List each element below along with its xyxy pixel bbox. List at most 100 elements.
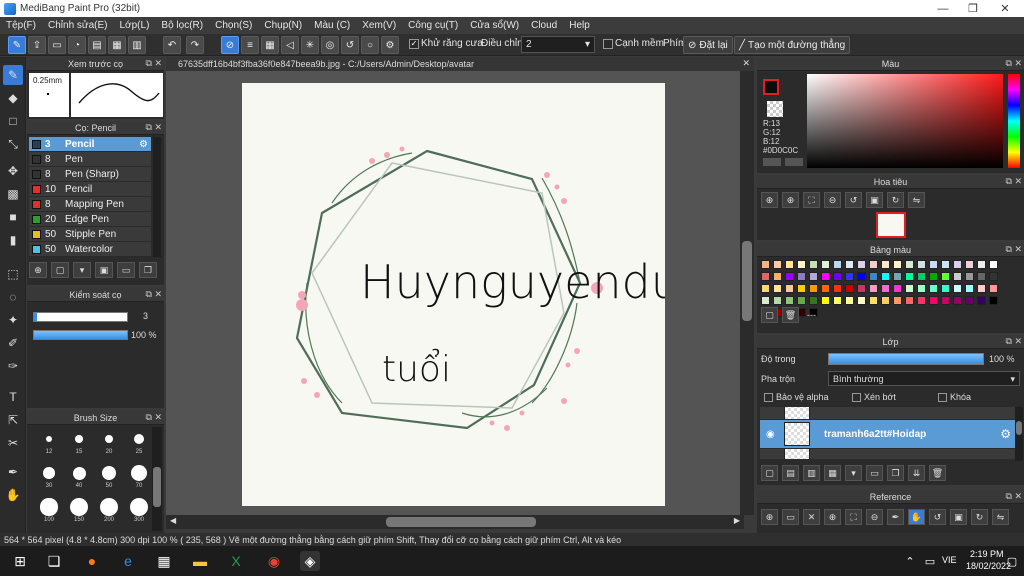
brush-tool-icon[interactable]: ✎ [8,36,26,54]
zoom-out-icon[interactable]: ⊖ [824,192,841,208]
radial-snap-icon[interactable]: ✳ [301,36,319,54]
layer-opacity-slider[interactable] [828,353,984,365]
delete-palette-icon[interactable]: 🗑 [782,307,799,323]
smooth-checkbox[interactable] [603,39,613,49]
palette-swatch[interactable] [821,260,830,269]
palette-swatch[interactable] [917,296,926,305]
ref-fit-screen-icon[interactable]: ▣ [950,509,967,525]
ref-fit-icon[interactable]: ⛶ [845,509,862,525]
menu-item-8[interactable]: Công cụ(T) [402,20,464,31]
palette-swatch[interactable] [989,284,998,293]
palette-swatch[interactable] [785,284,794,293]
duplicate-layer-icon[interactable]: ❐ [887,465,904,481]
brush-item[interactable]: 10 Pencil [29,182,151,197]
brush-size-option[interactable] [101,465,117,481]
menu-item-1[interactable]: Chỉnh sửa(E) [42,20,114,31]
brush-item[interactable]: 50 Stipple Pen [29,227,151,242]
palette-swatch[interactable] [833,284,842,293]
palette-swatch[interactable] [977,284,986,293]
page-icon[interactable]: ▤ [88,36,106,54]
ref-flip-icon[interactable]: ⇋ [992,509,1009,525]
ref-add-icon[interactable]: ⊕ [761,509,778,525]
palette-swatch[interactable] [761,284,770,293]
navigator-thumbnail[interactable] [876,212,906,238]
palette-swatch[interactable] [953,260,962,269]
brush-size-option[interactable] [75,435,83,443]
palette-swatch[interactable] [905,284,914,293]
layer-row[interactable] [760,407,1015,419]
palette-swatch[interactable] [809,272,818,281]
menu-item-7[interactable]: Xem(V) [356,20,402,31]
ref-zoom-in-icon[interactable]: ⊕ [824,509,841,525]
menu-item-5[interactable]: Chụp(N) [258,20,308,31]
background-color-swatch[interactable] [767,101,783,117]
zoom-in-2-icon[interactable]: ⊕ [782,192,799,208]
color-fill-icon[interactable]: ■ [3,207,23,227]
palette-swatch[interactable] [845,296,854,305]
menu-item-6[interactable]: Màu (C) [308,20,356,31]
minimize-button[interactable]: — [928,0,958,17]
speech-icon[interactable]: ◔ [68,36,86,54]
palette-swatch[interactable] [809,260,818,269]
network-icon[interactable]: ▭ [920,551,940,571]
palette-swatch[interactable] [881,296,890,305]
palette-swatch[interactable] [893,260,902,269]
cross-snap-icon[interactable]: ▦ [261,36,279,54]
task-view-icon[interactable]: ❏ [44,551,64,571]
delete-layer-icon[interactable]: 🗑 [929,465,946,481]
palette-swatch[interactable] [785,296,794,305]
merge-layer-icon[interactable]: ⇊ [908,465,925,481]
zoom-in-icon[interactable]: ⊕ [761,192,778,208]
palette-swatch[interactable] [881,272,890,281]
brush-size-option[interactable] [43,467,55,479]
circle-snap-icon[interactable]: ○ [361,36,379,54]
palette-swatch[interactable] [881,284,890,293]
color-mode-button-2[interactable] [785,158,803,166]
maximize-button[interactable]: ❐ [958,0,988,17]
ref-rotate-left-icon[interactable]: ↺ [929,509,946,525]
hue-slider[interactable] [1008,74,1020,168]
grid-icon[interactable]: ▦ [108,36,126,54]
operation-icon[interactable]: ⇱ [3,410,23,430]
alpha-checkbox[interactable] [764,393,773,402]
brush-item[interactable]: 20 Edge Pen [29,212,151,227]
file-explorer-icon[interactable]: ▬ [190,551,210,571]
eyedropper-icon[interactable]: ✒ [3,462,23,482]
flip-icon[interactable]: ⇋ [908,192,925,208]
menu-item-3[interactable]: Bộ lọc(R) [155,20,209,31]
vanishing-snap-icon[interactable]: ◁ [281,36,299,54]
palette-swatch[interactable] [869,296,878,305]
brush-size-option[interactable] [70,498,88,516]
folder-icon[interactable]: ▭ [117,262,135,278]
palette-swatch[interactable] [893,296,902,305]
visibility-icon[interactable]: ◉ [766,429,775,440]
brush-item[interactable]: 3 Pencil ⚙ [29,137,151,152]
palette-swatch[interactable] [917,260,926,269]
shape-icon[interactable]: □ [3,111,23,131]
panel-controls-icon[interactable]: ⧉ ✕ [146,289,162,300]
palette-swatch[interactable] [953,272,962,281]
new-layer-2-icon[interactable]: ▤ [782,465,799,481]
brush-size-scrollbar[interactable] [152,427,162,531]
palette-swatch[interactable] [821,272,830,281]
language-indicator[interactable]: VIE [942,555,957,565]
document-tab[interactable]: 67635dff16b4bf3fba36f0e847beea9b.jpg - C… [166,57,754,71]
new-layer-4-icon[interactable]: ▦ [824,465,841,481]
panel-controls-icon[interactable]: ⧉ ✕ [1006,176,1022,187]
add-brush-icon[interactable]: ⊕ [29,262,47,278]
brush-size-option[interactable] [133,433,145,445]
brush-item[interactable]: 50 Watercolor [29,242,151,257]
lasso-icon[interactable]: ◌ [3,287,23,307]
palette-swatch[interactable] [977,296,986,305]
palette-swatch[interactable] [965,260,974,269]
menu-item-9[interactable]: Cửa sổ(W) [464,20,525,31]
color-mode-button[interactable] [763,158,781,166]
undo-icon[interactable]: ↶ [163,36,181,54]
palette-swatch[interactable] [869,272,878,281]
store-icon[interactable]: ▦ [154,551,174,571]
palette-swatch[interactable] [761,272,770,281]
palette-swatch[interactable] [905,260,914,269]
palette-swatch[interactable] [797,272,806,281]
palette-swatch[interactable] [797,260,806,269]
straight-line-button[interactable]: ╱ Tạo một đường thẳng [734,36,851,54]
